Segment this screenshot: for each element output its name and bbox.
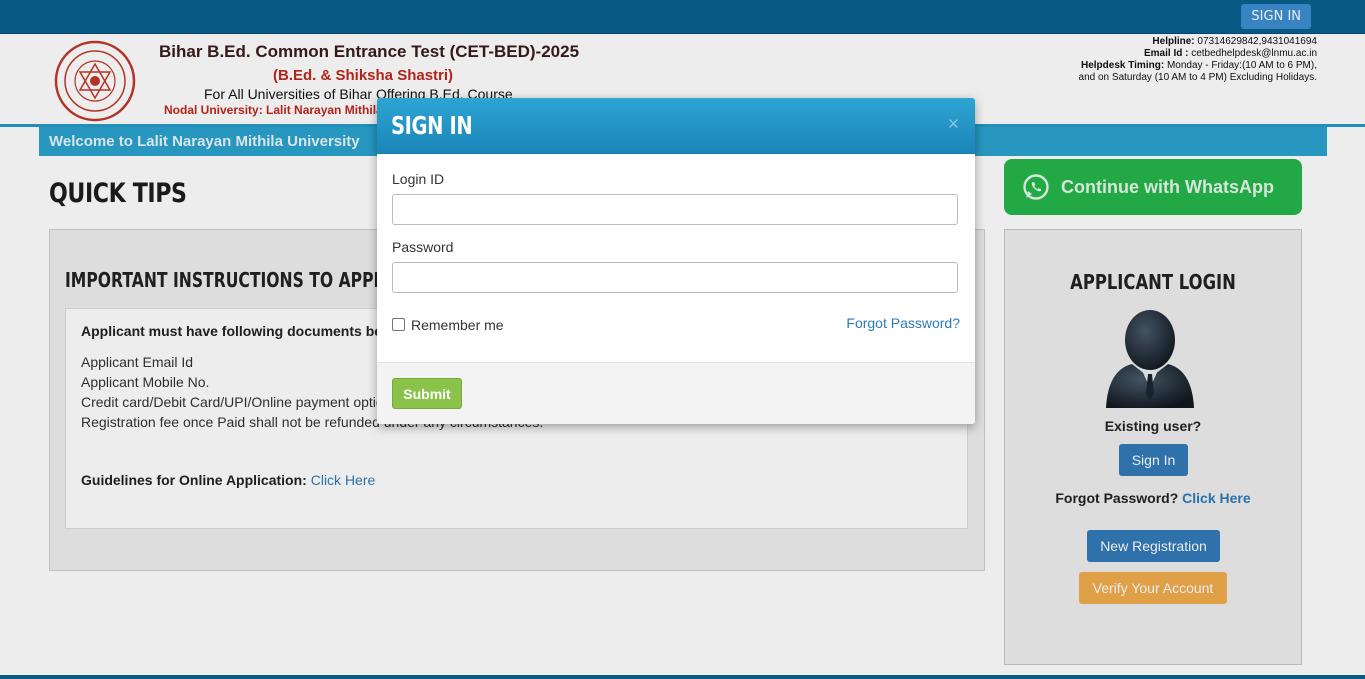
password-label: Password xyxy=(392,239,454,255)
remember-me-checkbox[interactable] xyxy=(392,318,405,331)
submit-button[interactable]: Submit xyxy=(392,378,462,409)
remember-me-label[interactable]: Remember me xyxy=(411,317,504,333)
modal-footer: Submit xyxy=(377,362,975,424)
login-id-input[interactable] xyxy=(392,194,958,225)
modal-header: SIGN IN × xyxy=(377,98,975,154)
remember-me-row: Remember me xyxy=(392,317,504,333)
modal-title: SIGN IN xyxy=(391,111,473,140)
close-icon[interactable]: × xyxy=(948,115,959,134)
modal-forgot-password-link[interactable]: Forgot Password? xyxy=(846,315,960,331)
password-input[interactable] xyxy=(392,262,958,293)
sign-in-modal: SIGN IN × Login ID Password Remember me … xyxy=(377,98,975,424)
login-id-label: Login ID xyxy=(392,171,445,187)
